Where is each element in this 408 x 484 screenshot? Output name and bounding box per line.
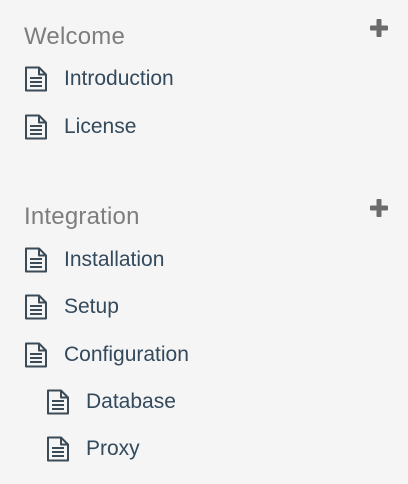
sidebar-item-label: Introduction <box>64 67 174 90</box>
sidebar-item-label: License <box>64 115 137 138</box>
add-button[interactable] <box>368 197 390 219</box>
sidebar-item-database[interactable]: Database <box>46 387 176 417</box>
sidebar-item-proxy[interactable]: Proxy <box>46 434 140 464</box>
document-icon <box>24 114 48 140</box>
sidebar-item-installation[interactable]: Installation <box>24 245 164 275</box>
section-title: Welcome <box>24 23 125 50</box>
section-integration: Integration <box>0 197 408 234</box>
sidebar-item-label: Configuration <box>64 343 189 366</box>
sidebar-item-configuration[interactable]: Configuration <box>24 340 189 370</box>
add-button[interactable] <box>368 17 390 39</box>
section-welcome: Welcome <box>0 17 408 54</box>
sidebar-item-setup[interactable]: Setup <box>24 292 119 322</box>
document-icon <box>46 389 70 415</box>
document-icon <box>46 436 70 462</box>
document-icon <box>24 342 48 368</box>
sidebar: Welcome Introduction License Integration… <box>0 0 408 484</box>
section-header: Welcome <box>0 17 408 54</box>
sidebar-item-label: Setup <box>64 295 119 318</box>
section-title: Integration <box>24 203 140 230</box>
document-icon <box>24 294 48 320</box>
section-header: Integration <box>0 197 408 234</box>
document-icon <box>24 66 48 92</box>
document-icon <box>24 247 48 273</box>
sidebar-item-label: Database <box>86 390 176 413</box>
sidebar-item-introduction[interactable]: Introduction <box>24 64 174 94</box>
sidebar-item-label: Installation <box>64 248 165 271</box>
sidebar-item-license[interactable]: License <box>24 112 136 142</box>
plus-icon <box>370 199 388 217</box>
sidebar-item-label: Proxy <box>86 437 140 460</box>
plus-icon <box>370 19 388 37</box>
